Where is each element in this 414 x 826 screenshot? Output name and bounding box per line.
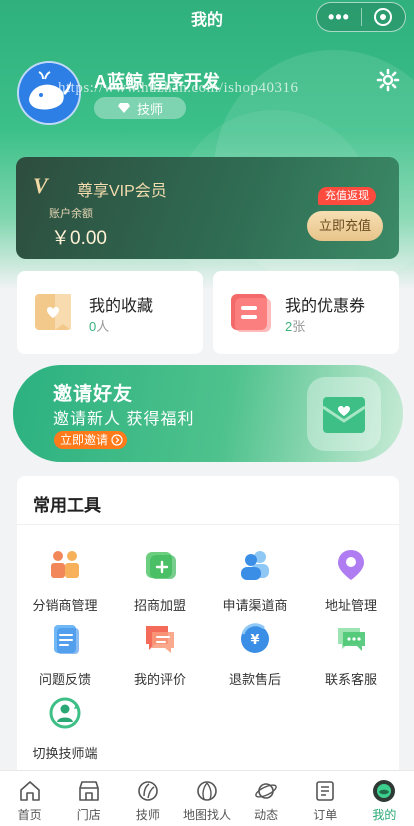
balance-value: ￥0.00 <box>51 228 107 249</box>
invite-button-label: 立即邀请 <box>60 433 109 447</box>
tools-panel: 常用工具 分销商管理 招商加盟 申请渠道商 地址管理 问题反馈 我的评价 ¥ 退… <box>17 476 399 776</box>
home-icon <box>19 781 40 801</box>
coupons-count: 2张 <box>285 319 306 334</box>
tab-label: 订单 <box>313 808 338 822</box>
planet-icon <box>255 783 277 799</box>
tab-home[interactable]: 首页 <box>0 771 59 826</box>
close-miniprogram-button[interactable] <box>362 8 405 26</box>
switch-icon <box>49 697 81 729</box>
tab-label: 技师 <box>135 808 160 822</box>
favorites-label: 我的收藏 <box>89 298 154 315</box>
watermark-text: https://www.huzhan.com/ishop40316 <box>58 80 299 96</box>
refund-icon: ¥ <box>241 623 269 653</box>
tool-customer-service[interactable]: 联系客服 <box>303 622 399 687</box>
tool-refund[interactable]: ¥ 退款售后 <box>207 622 303 687</box>
tool-label: 切换技师端 <box>32 746 98 761</box>
distributor-icon <box>51 551 79 578</box>
tool-label: 我的评价 <box>133 672 186 687</box>
tool-label: 地址管理 <box>324 598 377 613</box>
svg-text:¥: ¥ <box>250 633 259 648</box>
tool-channel[interactable]: 申请渠道商 <box>207 548 303 613</box>
favorites-icon <box>35 294 71 330</box>
favorites-card[interactable]: 我的收藏 0人 <box>17 271 203 354</box>
review-icon <box>146 626 174 653</box>
order-icon <box>316 781 335 801</box>
envelope-icon <box>307 377 381 451</box>
tool-label: 退款售后 <box>228 672 281 687</box>
technician-icon <box>138 781 158 801</box>
favorites-count: 0人 <box>89 319 110 334</box>
diamond-icon <box>117 103 130 113</box>
vip-title: 尊享VIP会员 <box>77 183 167 200</box>
tab-bar: 首页 门店 技师 地图找人 动态 订单 我的 <box>0 770 414 826</box>
role-label: 技师 <box>136 101 163 117</box>
page-title: 我的 <box>190 12 223 29</box>
vip-card: V 尊享VIP会员 账户余额 ￥0.00 充值返现 立即充值 <box>16 157 399 259</box>
coupons-label: 我的优惠券 <box>285 298 366 315</box>
role-badge: 技师 <box>94 97 186 119</box>
tab-label: 门店 <box>76 808 101 822</box>
tab-label: 地图找人 <box>182 808 231 822</box>
settings-button[interactable] <box>376 68 400 92</box>
vip-v-icon: V <box>33 173 48 198</box>
coupons-card[interactable]: 我的优惠券 2张 <box>213 271 399 354</box>
more-icon[interactable]: ••• <box>317 3 361 31</box>
tool-franchise[interactable]: 招商加盟 <box>112 548 208 613</box>
chat-icon <box>338 628 365 651</box>
recharge-button[interactable]: 立即充值 <box>307 211 383 241</box>
location-icon <box>338 550 364 580</box>
tab-label: 首页 <box>17 808 42 822</box>
tab-store[interactable]: 门店 <box>59 771 118 826</box>
profile-icon <box>373 780 396 802</box>
feedback-icon <box>54 625 79 654</box>
tab-mine[interactable]: 我的 <box>355 771 414 826</box>
invite-subtitle: 邀请新人 获得福利 <box>53 411 195 428</box>
promo-tag: 充值返现 <box>318 187 376 205</box>
store-icon <box>78 781 99 801</box>
tool-label: 问题反馈 <box>38 672 91 687</box>
tab-label: 动态 <box>254 808 279 822</box>
miniprogram-capsule: ••• <box>316 2 406 32</box>
map-icon <box>197 781 217 801</box>
tab-map[interactable]: 地图找人 <box>177 771 236 826</box>
tool-switch-technician[interactable]: 切换技师端 <box>17 696 113 761</box>
tool-address[interactable]: 地址管理 <box>303 548 399 613</box>
divider <box>17 524 399 525</box>
tool-distributor[interactable]: 分销商管理 <box>17 548 113 613</box>
invite-banner[interactable]: 邀请好友 邀请新人 获得福利 立即邀请 <box>13 365 403 462</box>
tab-technician[interactable]: 技师 <box>118 771 177 826</box>
gear-icon <box>376 68 400 92</box>
tab-label: 我的 <box>372 808 397 822</box>
tab-orders[interactable]: 订单 <box>296 771 355 826</box>
tool-feedback[interactable]: 问题反馈 <box>17 622 113 687</box>
tool-label: 招商加盟 <box>133 598 186 613</box>
arrow-circle-icon <box>111 434 123 446</box>
tool-label: 分销商管理 <box>32 598 98 613</box>
coupon-icon <box>231 294 271 332</box>
tools-title: 常用工具 <box>33 496 101 515</box>
tool-label: 申请渠道商 <box>222 598 288 613</box>
invite-title: 邀请好友 <box>53 384 134 405</box>
channel-icon <box>241 551 269 580</box>
tab-moments[interactable]: 动态 <box>237 771 296 826</box>
franchise-icon <box>146 552 176 579</box>
balance-label: 账户余额 <box>49 208 93 220</box>
tool-review[interactable]: 我的评价 <box>112 622 208 687</box>
target-icon <box>374 8 393 26</box>
tool-label: 联系客服 <box>324 672 377 687</box>
invite-button[interactable]: 立即邀请 <box>54 431 128 449</box>
